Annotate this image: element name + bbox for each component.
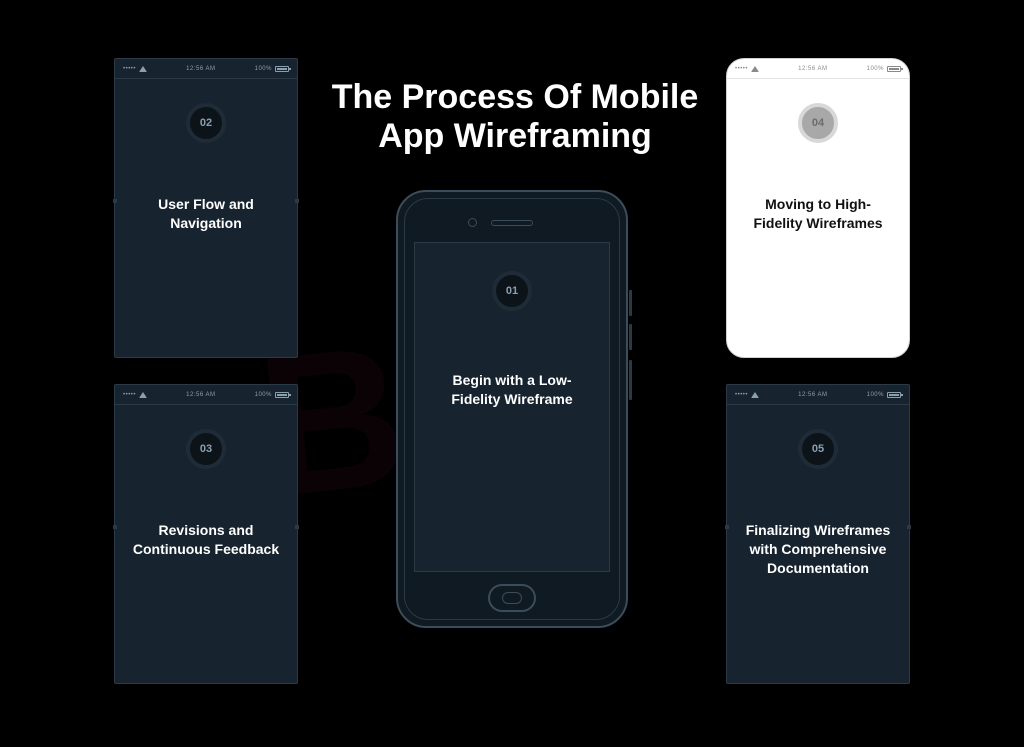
battery-pct: 100% [867, 66, 884, 72]
step-number-badge: 04 [798, 103, 838, 143]
step-phone-01: 01 Begin with a Low-Fidelity Wireframe [396, 190, 628, 628]
battery-pct: 100% [867, 392, 884, 398]
step-card-05: 12:56 AM 100% 05 Finalizing Wireframes w… [726, 384, 910, 684]
status-bar: 12:56 AM 100% [115, 59, 297, 79]
signal-icon [735, 392, 748, 398]
phone-speaker-icon [491, 220, 533, 226]
status-time: 12:56 AM [798, 66, 827, 72]
step-card-02: 12:56 AM 100% 02 User Flow and Navigatio… [114, 58, 298, 358]
phone-home-button-icon [488, 584, 536, 612]
status-time: 12:56 AM [186, 392, 215, 398]
phone-side-button [629, 290, 632, 316]
step-label: Finalizing Wireframes with Comprehensive… [727, 521, 909, 578]
step-number-badge: 03 [186, 429, 226, 469]
page-title: The Process Of Mobile App Wireframing [300, 78, 730, 156]
battery-icon [887, 66, 901, 72]
step-label: User Flow and Navigation [115, 195, 297, 233]
step-number-badge: 02 [186, 103, 226, 143]
step-label: Revisions and Continuous Feedback [115, 521, 297, 559]
battery-pct: 100% [255, 392, 272, 398]
battery-icon [275, 392, 289, 398]
phone-screen: 01 Begin with a Low-Fidelity Wireframe [414, 242, 610, 572]
status-time: 12:56 AM [798, 392, 827, 398]
wifi-icon [139, 66, 147, 72]
step-label: Moving to High-Fidelity Wireframes [727, 195, 909, 233]
status-bar: 12:56 AM 100% [115, 385, 297, 405]
step-number-badge: 01 [492, 271, 532, 311]
status-bar: 12:56 AM 100% [727, 59, 909, 79]
battery-icon [887, 392, 901, 398]
status-time: 12:56 AM [186, 66, 215, 72]
signal-icon [123, 392, 136, 398]
phone-side-button [629, 360, 632, 400]
battery-pct: 100% [255, 66, 272, 72]
status-bar: 12:56 AM 100% [727, 385, 909, 405]
signal-icon [735, 66, 748, 72]
step-card-03: 12:56 AM 100% 03 Revisions and Continuou… [114, 384, 298, 684]
phone-camera-icon [468, 218, 477, 227]
step-label: Begin with a Low-Fidelity Wireframe [415, 371, 609, 409]
wifi-icon [139, 392, 147, 398]
signal-icon [123, 66, 136, 72]
wifi-icon [751, 66, 759, 72]
step-number-badge: 05 [798, 429, 838, 469]
wifi-icon [751, 392, 759, 398]
phone-side-button [629, 324, 632, 350]
step-card-04: 12:56 AM 100% 04 Moving to High-Fidelity… [726, 58, 910, 358]
battery-icon [275, 66, 289, 72]
